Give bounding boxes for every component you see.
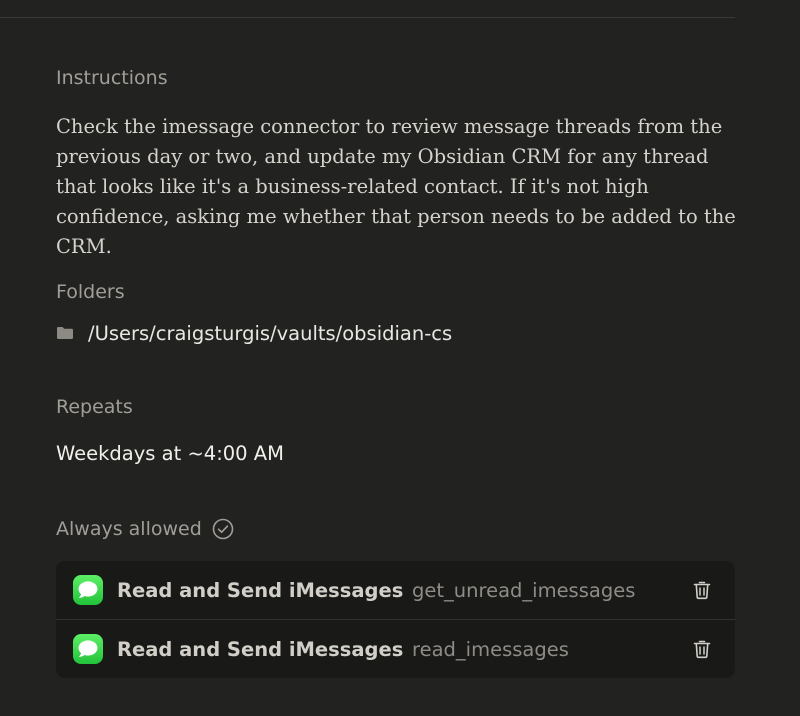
instructions-text: Check the imessage connector to review m… xyxy=(56,115,736,258)
permission-name: Read and Send iMessages xyxy=(117,637,404,661)
folder-item[interactable]: /Users/craigsturgis/vaults/obsidian-cs xyxy=(56,319,452,347)
permission-row: Read and Send iMessages read_imessages xyxy=(56,620,735,678)
permission-name: Read and Send iMessages xyxy=(117,578,404,602)
repeats-value: Weekdays at ~4:00 AM xyxy=(56,442,284,465)
always-allowed-header: Always allowed xyxy=(56,517,234,541)
imessage-icon xyxy=(73,575,103,605)
permission-tool: get_unread_imessages xyxy=(412,578,636,602)
always-allowed-label: Always allowed xyxy=(56,518,202,540)
folder-icon xyxy=(56,326,74,340)
folder-path: /Users/craigsturgis/vaults/obsidian-cs xyxy=(88,321,453,345)
permission-row: Read and Send iMessages get_unread_imess… xyxy=(56,561,735,619)
permission-tool: read_imessages xyxy=(412,637,569,661)
top-divider xyxy=(0,17,735,18)
delete-permission-button[interactable] xyxy=(691,578,713,602)
trash-icon xyxy=(693,581,711,600)
repeats-label: Repeats xyxy=(56,396,133,418)
check-circle-icon xyxy=(212,518,234,540)
permissions-card: Read and Send iMessages get_unread_imess… xyxy=(56,561,735,678)
imessage-icon xyxy=(73,634,103,664)
trash-icon xyxy=(693,640,711,659)
delete-permission-button[interactable] xyxy=(691,637,713,661)
folders-label: Folders xyxy=(56,281,125,303)
instructions-label: Instructions xyxy=(56,67,168,89)
